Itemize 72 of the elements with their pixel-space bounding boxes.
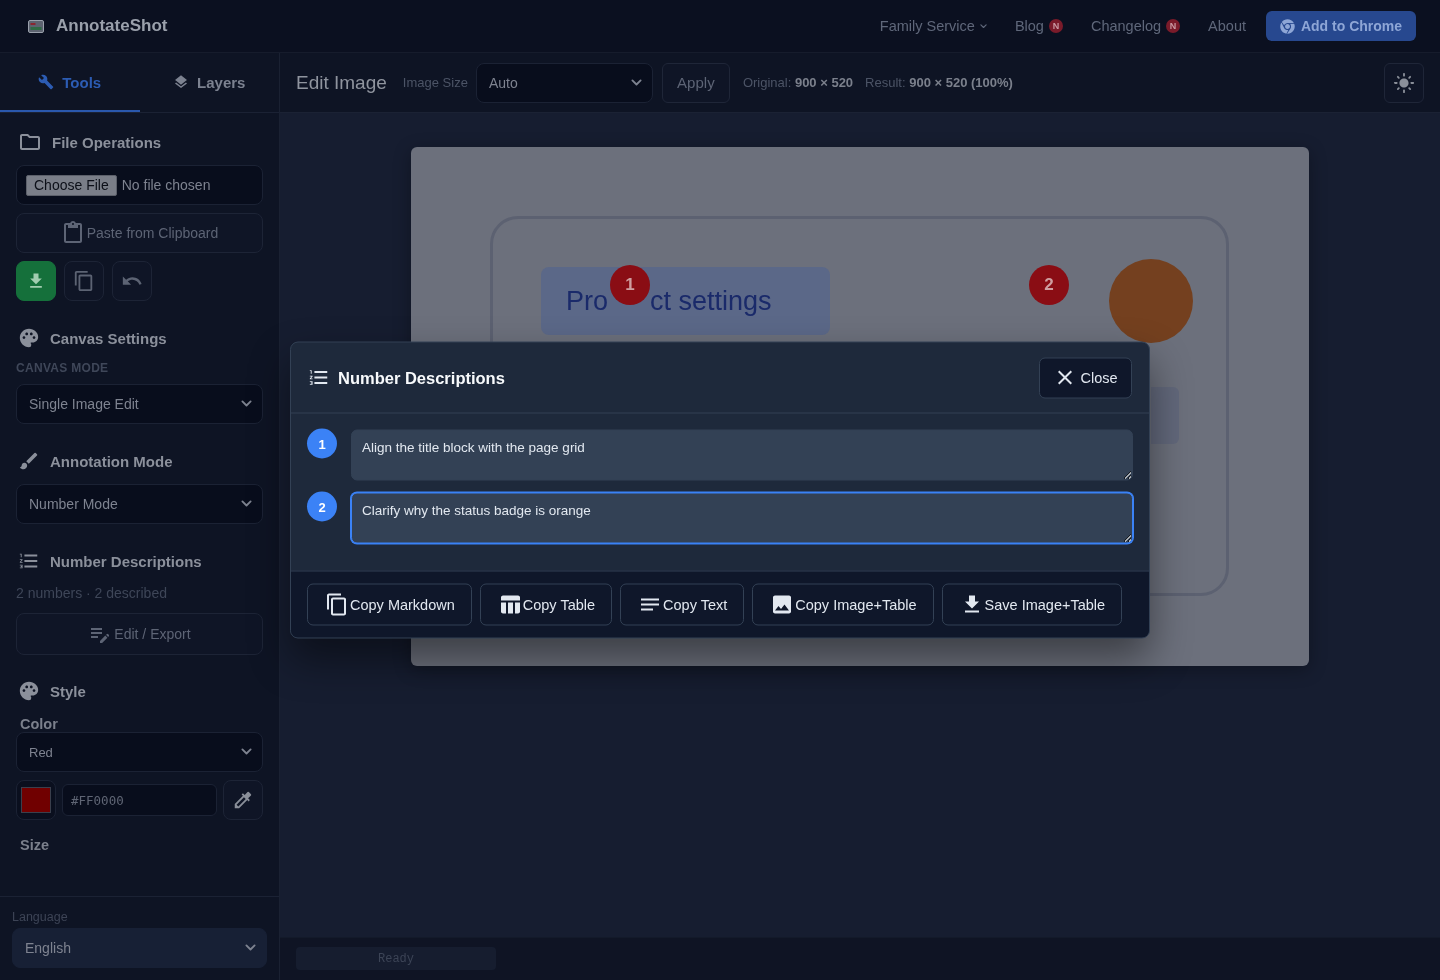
sidebar-tab[interactable]: Tools: [0, 53, 140, 112]
image-size-select[interactable]: Auto: [475, 62, 653, 103]
color-picker-button[interactable]: [16, 780, 56, 820]
mockup-title-text: ct settings: [650, 285, 772, 317]
color-swatch-icon: [21, 787, 51, 813]
canvas-mode-select[interactable]: Single Image Edit: [16, 384, 263, 424]
copy-table-button[interactable]: Copy Table: [479, 583, 613, 626]
chevron-down-icon: [241, 400, 252, 408]
chevron-down-icon: [241, 500, 252, 508]
mockup-title-text: Pro: [566, 285, 609, 317]
undo-button[interactable]: [112, 261, 152, 301]
sidebar-tab[interactable]: Layers: [139, 53, 279, 112]
file-input[interactable]: Choose File No file chosen: [16, 165, 263, 205]
palette-icon: [18, 680, 40, 702]
section-title: Number Descriptions: [50, 552, 202, 570]
theme-toggle-button[interactable]: [1384, 62, 1424, 103]
hex-color-input[interactable]: #FF0000: [62, 784, 217, 816]
download-button[interactable]: [16, 261, 56, 301]
add-to-chrome-button[interactable]: Add to Chrome: [1266, 11, 1416, 41]
chevron-down-icon: [241, 748, 252, 756]
language-select[interactable]: English: [12, 928, 267, 968]
brand-name[interactable]: AnnotateShot: [56, 16, 168, 36]
nav-dropdown[interactable]: Family Service: [879, 18, 987, 34]
chrome-logo-icon: [1279, 18, 1295, 34]
modal-title: Number Descriptions: [338, 368, 505, 387]
mockup-panel: [1151, 387, 1179, 444]
save-image-button[interactable]: Save Image+Table: [941, 583, 1123, 626]
file-status-text: No file chosen: [121, 177, 211, 193]
eyedropper-icon: [232, 789, 254, 811]
logo-icon: [28, 19, 44, 33]
number-badge: 1: [307, 428, 337, 459]
number-badge: 2: [307, 491, 337, 522]
copy-icon: [325, 592, 349, 617]
caret-icon: [979, 23, 987, 29]
nav-link[interactable]: Blog N: [1014, 18, 1063, 34]
layers-icon: [173, 74, 190, 90]
description-textarea[interactable]: Clarify why the status badge is orange: [351, 492, 1133, 544]
apply-button[interactable]: Apply: [661, 62, 730, 103]
eyedropper-button[interactable]: [223, 780, 263, 820]
choose-file-button[interactable]: Choose File: [26, 174, 117, 196]
sun-icon: [1393, 71, 1415, 94]
close-button[interactable]: Close: [1039, 357, 1132, 398]
section-title: File Operations: [52, 133, 162, 151]
copy-icon: [73, 270, 95, 292]
description-textarea[interactable]: Align the title block with the page grid: [351, 429, 1133, 481]
brush-icon: [18, 450, 40, 472]
annotation-mode-select[interactable]: Number Mode: [16, 484, 263, 524]
new-badge: N: [1048, 19, 1063, 33]
original-size-text: Original: 900 × 520: [742, 75, 854, 90]
wrench-icon: [38, 74, 55, 90]
result-size-text: Result: 900 × 520 (100%): [865, 75, 1013, 90]
section-title: Annotation Mode: [50, 452, 173, 470]
new-badge: N: [1166, 19, 1181, 33]
copy-image-button[interactable]: Copy Image+Table: [752, 583, 934, 626]
field-label: Size: [19, 837, 50, 853]
field-label: Color: [19, 716, 59, 732]
nav-link[interactable]: About: [1208, 18, 1246, 34]
section-title: Canvas Settings: [50, 329, 167, 347]
paste-button[interactable]: Paste from Clipboard: [16, 213, 263, 253]
palette-icon: [18, 327, 40, 349]
toolbar-title: Edit Image: [296, 71, 387, 94]
image-size-label: Image Size: [402, 75, 468, 90]
chevron-down-icon: [245, 944, 256, 952]
color-select[interactable]: Red: [16, 732, 263, 772]
copy-markdown-button[interactable]: Copy Markdown: [307, 583, 472, 626]
chevron-down-icon: [630, 78, 642, 87]
copy-text-button[interactable]: Copy Text: [620, 583, 745, 626]
section-title: Style: [50, 682, 86, 700]
copy-button[interactable]: [64, 261, 104, 301]
number-marker[interactable]: 2: [1029, 265, 1069, 305]
nav-link[interactable]: Changelog N: [1090, 18, 1181, 34]
edit-export-button[interactable]: Edit / Export: [16, 613, 263, 655]
